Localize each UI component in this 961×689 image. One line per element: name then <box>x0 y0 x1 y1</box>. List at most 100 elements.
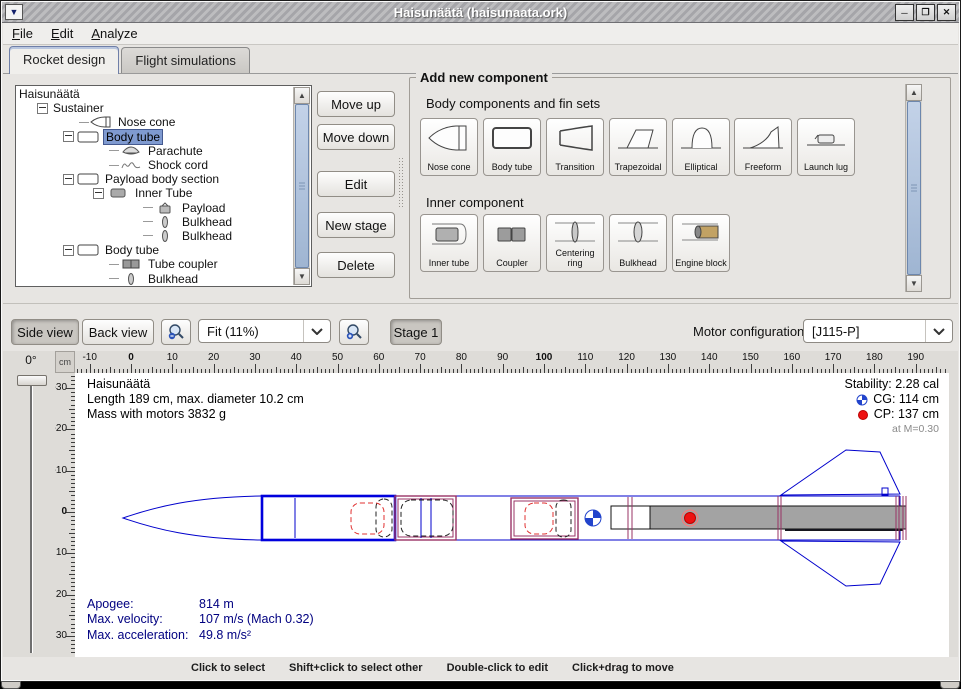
menu-edit[interactable]: Edit <box>42 24 82 43</box>
hint-click-select: Click to select <box>191 662 265 674</box>
tree-row-payload-section[interactable]: Payload body section <box>17 172 293 186</box>
tab-flight-simulations[interactable]: Flight simulations <box>121 47 249 74</box>
splitter[interactable] <box>397 77 405 303</box>
expander-icon[interactable] <box>93 188 104 199</box>
tree-row-body-tube-2[interactable]: Body tube <box>17 243 293 257</box>
stability-info: Stability: 2.28 cal CG: 114 cm CP: 137 c… <box>845 377 940 437</box>
desktop-strip <box>0 682 961 689</box>
scroll-down-icon[interactable]: ▼ <box>906 275 922 292</box>
tree-row-bulkhead-3[interactable]: Bulkhead <box>17 271 293 285</box>
move-down-button[interactable]: Move down <box>317 124 395 150</box>
add-elliptical-fin-button[interactable]: Elliptical <box>672 118 730 176</box>
rocket-canvas[interactable]: Haisunäätä Length 189 cm, max. diameter … <box>75 373 949 657</box>
new-stage-button[interactable]: New stage <box>317 212 395 238</box>
component-tree[interactable]: Haisunäätä Sustainer Nose cone Body tube… <box>15 85 312 287</box>
add-freeform-fin-button[interactable]: Freeform <box>734 118 792 176</box>
velocity-value: 107 m/s (Mach 0.32) <box>199 612 314 628</box>
add-bulkhead-button[interactable]: Bulkhead <box>609 214 667 272</box>
mach-condition: at M=0.30 <box>845 422 940 437</box>
add-inner-tube-button[interactable]: Inner tube <box>420 214 478 272</box>
rotation-slider-thumb[interactable] <box>17 375 47 386</box>
back-view-button[interactable]: Back view <box>82 319 154 345</box>
cp-value: CP: 137 cm <box>874 407 939 422</box>
rocket-inner-tube[interactable] <box>401 500 453 536</box>
scrollbar-thumb[interactable] <box>295 104 309 268</box>
add-nose-cone-button[interactable]: Nose cone <box>420 118 478 176</box>
close-button[interactable]: ✕ <box>937 4 956 21</box>
edit-button[interactable]: Edit <box>317 171 395 197</box>
tree-scrollbar[interactable]: ▲ ▼ <box>293 87 310 285</box>
tree-row-payload[interactable]: Payload <box>17 201 293 215</box>
selected-tree-item[interactable]: Body tube <box>103 129 163 145</box>
resize-corner-right[interactable] <box>940 681 960 689</box>
zoom-in-button[interactable] <box>339 319 369 345</box>
expander-icon[interactable] <box>63 245 74 256</box>
maximize-button[interactable]: ❐ <box>916 4 935 21</box>
rocket-nose-cone[interactable] <box>123 496 261 540</box>
add-launch-lug-button[interactable]: Launch lug <box>797 118 855 176</box>
tree-row-stage[interactable]: Sustainer <box>17 101 293 115</box>
hint-double-click: Double-click to edit <box>447 662 548 674</box>
scroll-up-icon[interactable]: ▲ <box>906 84 922 101</box>
bulkhead-icon <box>120 273 142 285</box>
centering-ring-icon <box>552 219 598 245</box>
tree-row-tube-coupler[interactable]: Tube coupler <box>17 257 293 271</box>
tree-row-bulkhead-1[interactable]: Bulkhead <box>17 215 293 229</box>
tree-row-nose-cone[interactable]: Nose cone <box>17 115 293 129</box>
engine-block-icon <box>678 219 724 245</box>
expander-icon[interactable] <box>63 131 74 142</box>
menu-analyze[interactable]: Analyze <box>82 24 146 43</box>
minimize-button[interactable]: ─ <box>895 4 914 21</box>
add-engine-block-button[interactable]: Engine block <box>672 214 730 272</box>
rocket-body-tube-selected[interactable] <box>262 496 395 540</box>
expander-icon[interactable] <box>37 103 48 114</box>
scroll-down-icon[interactable]: ▼ <box>294 268 310 285</box>
hint-shift-click: Shift+click to select other <box>289 662 423 674</box>
scrollbar-thumb[interactable] <box>907 101 921 275</box>
rocket-tube-coupler[interactable] <box>511 498 578 539</box>
tab-rocket-design[interactable]: Rocket design <box>9 46 119 74</box>
launch-lug-icon <box>803 123 849 153</box>
nose-cone-icon <box>90 116 112 128</box>
rocket-dimensions: Length 189 cm, max. diameter 10.2 cm <box>87 392 304 407</box>
delete-button[interactable]: Delete <box>317 252 395 278</box>
add-transition-button[interactable]: Transition <box>546 118 604 176</box>
tree-row-parachute[interactable]: Parachute <box>17 144 293 158</box>
add-coupler-button[interactable]: Coupler <box>483 214 541 272</box>
velocity-label: Max. velocity: <box>87 612 199 628</box>
motor-configuration-select[interactable]: [J115-P] <box>803 319 953 343</box>
add-trapezoidal-fin-button[interactable]: Trapezoidal <box>609 118 667 176</box>
menu-file[interactable]: File <box>3 24 42 43</box>
tree-row-body-tube[interactable]: Body tube <box>17 130 293 144</box>
rotation-slider[interactable] <box>30 379 33 653</box>
tree-row-inner-tube[interactable]: Inner Tube <box>17 186 293 200</box>
tree-row-shock-cord[interactable]: Shock cord <box>17 158 293 172</box>
v-ruler: -30-20-100102030 <box>55 373 76 657</box>
chevron-down-icon <box>303 320 330 342</box>
apogee-value: 814 m <box>199 597 234 613</box>
add-centering-ring-button[interactable]: Centering ring <box>546 214 604 272</box>
resize-corner-left[interactable] <box>1 681 21 689</box>
zoom-out-button[interactable] <box>161 319 191 345</box>
trapezoidal-fin-icon <box>615 123 661 153</box>
tree-row-rocket[interactable]: Haisunäätä <box>17 87 293 101</box>
elliptical-fin-icon <box>678 123 724 153</box>
rocket-payload-section[interactable] <box>395 496 456 540</box>
payload-icon <box>154 202 176 214</box>
side-view-button[interactable]: Side view <box>11 319 79 345</box>
rocket-fin-bottom[interactable] <box>781 541 900 586</box>
rocket-parachute[interactable] <box>351 503 384 534</box>
add-body-tube-button[interactable]: Body tube <box>483 118 541 176</box>
zoom-select[interactable]: Fit (11%) <box>198 319 331 343</box>
zoom-out-icon <box>167 323 185 341</box>
body-section-label: Body components and fin sets <box>426 96 600 111</box>
expander-icon[interactable] <box>63 174 74 185</box>
tree-row-bulkhead-2[interactable]: Bulkhead <box>17 229 293 243</box>
apogee-label: Apogee: <box>87 597 199 613</box>
scroll-up-icon[interactable]: ▲ <box>294 87 310 104</box>
stage-1-toggle[interactable]: Stage 1 <box>390 319 442 345</box>
title-bar[interactable]: ▼ Haisunäätä (haisunaata.ork) ─ ❐ ✕ <box>2 2 959 23</box>
rocket-mass: Mass with motors 3832 g <box>87 407 304 422</box>
component-scrollbar[interactable]: ▲ ▼ <box>905 84 922 292</box>
move-up-button[interactable]: Move up <box>317 91 395 117</box>
